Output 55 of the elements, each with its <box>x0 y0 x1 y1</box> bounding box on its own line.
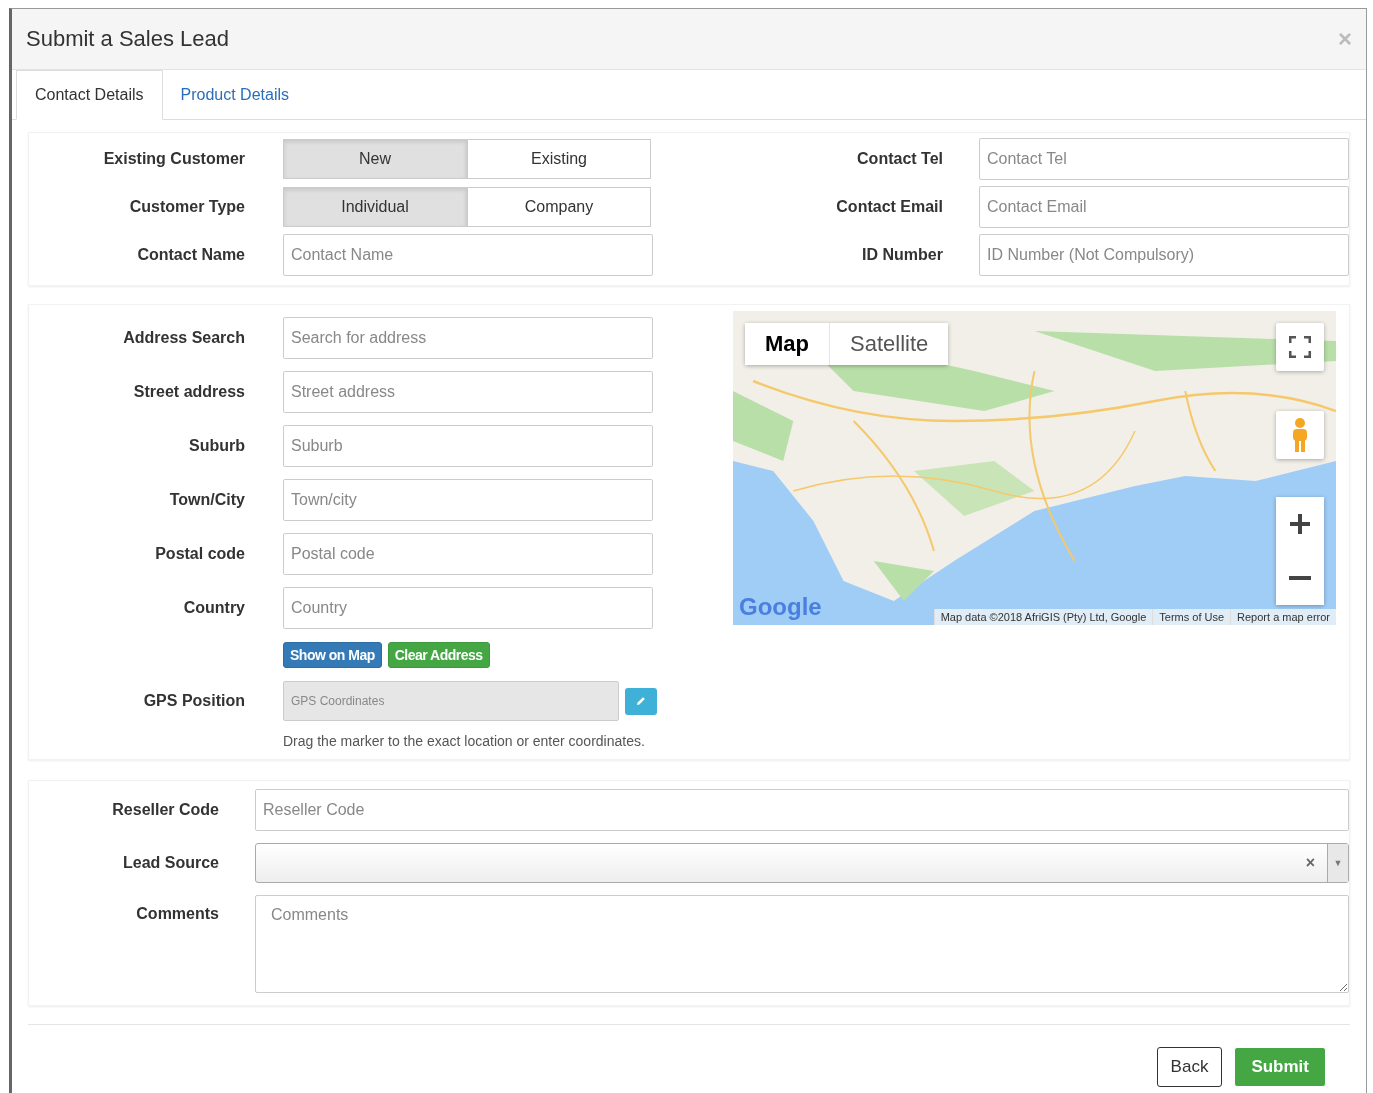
input-field[interactable]: Street address <box>283 371 653 413</box>
toggle-option[interactable]: Existing <box>467 139 651 179</box>
input-field[interactable]: Contact Tel <box>979 138 1349 180</box>
toggle-option[interactable]: Individual <box>283 187 467 227</box>
field-label: Postal code <box>154 545 246 563</box>
toggle-option[interactable]: New <box>283 139 467 179</box>
input-field[interactable]: Postal code <box>283 533 653 575</box>
attribution-link[interactable]: Report a map error <box>1230 609 1336 625</box>
pencil-icon <box>635 695 647 707</box>
input-field[interactable]: Reseller Code <box>255 789 1349 831</box>
field-label: Existing Customer <box>102 150 246 168</box>
input-field[interactable]: Search for address <box>283 317 653 359</box>
field-label: Contact Email <box>835 198 944 216</box>
zoom-in-button[interactable] <box>1276 497 1324 551</box>
input-field[interactable]: Town/city <box>283 479 653 521</box>
field-label: GPS Position <box>142 692 246 710</box>
field-label: Customer Type <box>128 198 246 216</box>
field-label: Contact Name <box>136 246 246 264</box>
field-label: Contact Tel <box>856 150 944 168</box>
caret-icon[interactable]: ▼ <box>1327 844 1348 882</box>
input-field[interactable]: Suburb <box>283 425 653 467</box>
attribution-link[interactable]: Map data ©2018 AfriGIS (Pty) Ltd, Google <box>933 609 1153 625</box>
zoom-out-button[interactable] <box>1276 551 1324 605</box>
map-type-button[interactable]: Satellite <box>830 323 949 365</box>
field-label: Address Search <box>122 329 246 347</box>
dialog-title: Submit a Sales Lead <box>26 26 230 52</box>
field-label: Town/City <box>168 491 246 509</box>
toggle-option[interactable]: Company <box>467 187 651 227</box>
help-text: Drag the marker to the exact location or enter coordinates. <box>283 733 645 749</box>
clear-icon[interactable]: × <box>1305 854 1327 872</box>
input-field[interactable]: Contact Email <box>979 186 1349 228</box>
fullscreen-icon <box>1289 336 1311 358</box>
field-label: Lead Source <box>121 854 220 872</box>
minus-icon <box>1289 576 1311 580</box>
figure-icon <box>1290 417 1310 453</box>
map-type-button[interactable]: Map <box>745 323 830 365</box>
field-label: Suburb <box>188 437 246 455</box>
field-label: Reseller Code <box>111 801 220 819</box>
input-field[interactable]: Contact Name <box>283 234 653 276</box>
input-field[interactable]: Country <box>283 587 653 629</box>
map-logo: Google <box>739 593 822 621</box>
comments-field[interactable]: Comments <box>255 895 1349 993</box>
fullscreen-button[interactable] <box>1276 323 1324 371</box>
lead-source-select[interactable]: × ▼ <box>255 843 1349 883</box>
input-field[interactable]: ID Number (Not Compulsory) <box>979 234 1349 276</box>
field-label: Country <box>182 599 246 617</box>
field-label: Street address <box>132 383 246 401</box>
tab[interactable]: Contact Details <box>16 70 163 120</box>
action-button[interactable]: Show on Map <box>283 642 382 668</box>
attribution-link[interactable]: Terms of Use <box>1152 609 1231 625</box>
plus-icon <box>1289 513 1311 535</box>
field-label: ID Number <box>861 246 944 264</box>
footer-button[interactable]: Back <box>1156 1047 1223 1087</box>
field-label: Comments <box>135 904 220 923</box>
tab[interactable]: Product Details <box>162 70 307 120</box>
